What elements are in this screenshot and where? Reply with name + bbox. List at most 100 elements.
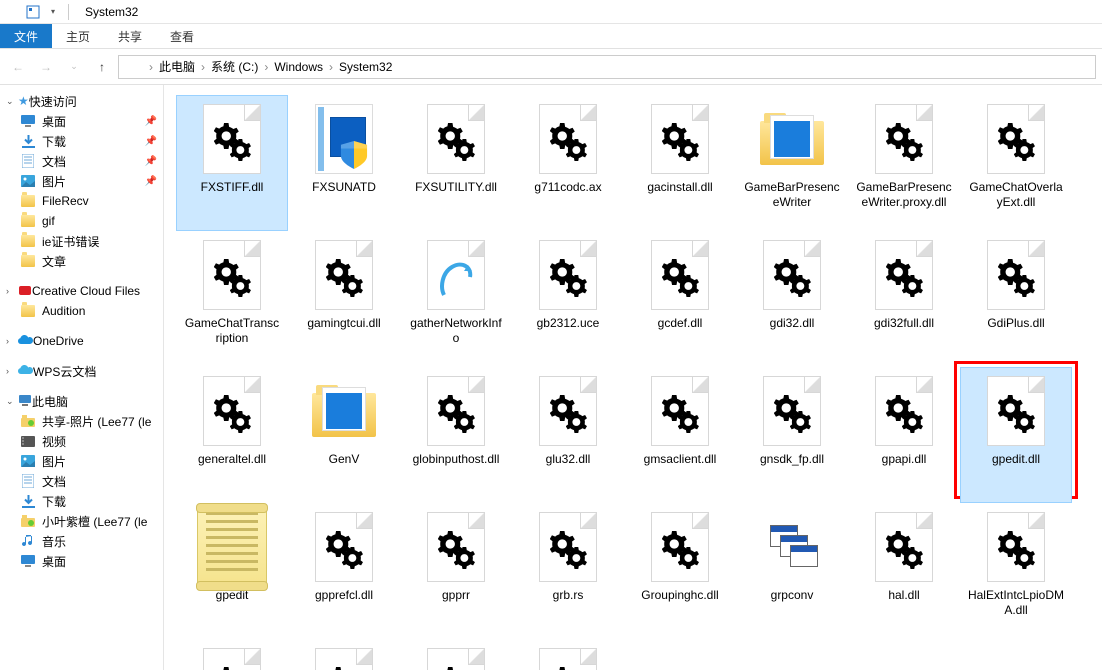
file-icon [752, 508, 832, 586]
file-label: g711codc.ax [517, 178, 619, 197]
sidebar-onedrive[interactable]: ›OneDrive [0, 331, 163, 351]
file-item[interactable]: Groupinghc.dll [624, 503, 736, 639]
file-item[interactable]: FXSUNATD [288, 95, 400, 231]
sidebar-label: 共享-照片 (Lee77 (le [42, 413, 151, 430]
file-item[interactable]: HarmanAudioInterface.dll [288, 639, 400, 670]
tab-home[interactable]: 主页 [52, 24, 104, 48]
file-item[interactable]: gamingtcui.dll [288, 231, 400, 367]
file-icon [976, 372, 1056, 450]
file-item[interactable]: grpconv [736, 503, 848, 639]
file-icon [976, 508, 1056, 586]
file-item[interactable]: gacinstall.dll [624, 95, 736, 231]
file-item[interactable]: gb2312.uce [512, 231, 624, 367]
sidebar-quick-access[interactable]: ⌄ ★ 快速访问 [0, 91, 163, 111]
chevron-right-icon[interactable]: › [149, 60, 153, 74]
file-item[interactable]: gatherNetworkInfo [400, 231, 512, 367]
tab-view[interactable]: 查看 [156, 24, 208, 48]
sidebar-item[interactable]: FileRecv [0, 191, 163, 211]
sidebar-item[interactable]: 小叶紫檀 (Lee77 (le [0, 511, 163, 531]
back-button[interactable]: ← [6, 55, 30, 79]
file-label: GameChatTranscription [181, 314, 283, 348]
file-item[interactable]: GameChatTranscription [176, 231, 288, 367]
sidebar-item[interactable]: 下载📌 [0, 131, 163, 151]
up-button[interactable]: ↑ [90, 55, 114, 79]
file-item[interactable]: HalExtIntcLpioDMA.dll [960, 503, 1072, 639]
file-item[interactable]: HalExtPL080.dll [176, 639, 288, 670]
properties-icon[interactable] [24, 3, 42, 21]
tab-share[interactable]: 共享 [104, 24, 156, 48]
file-item[interactable]: globinputhost.dll [400, 367, 512, 503]
file-label: generaltel.dll [181, 450, 283, 469]
sidebar: ⌄ ★ 快速访问 桌面📌下载📌文档📌图片📌FileRecvgifie证书错误文章… [0, 85, 164, 670]
file-icon [752, 100, 832, 178]
file-item[interactable]: gmsaclient.dll [624, 367, 736, 503]
sidebar-item[interactable]: 音乐 [0, 531, 163, 551]
sidebar-wps[interactable]: ›WPS云文档 [0, 361, 163, 381]
sidebar-item[interactable]: 文档📌 [0, 151, 163, 171]
file-item[interactable]: GameBarPresenceWriter.proxy.dll [848, 95, 960, 231]
file-item[interactable]: gdi32full.dll [848, 231, 960, 367]
file-item[interactable]: gpedit.dll [960, 367, 1072, 503]
sidebar-item-audition[interactable]: Audition [0, 301, 163, 321]
file-item[interactable]: glu32.dll [512, 367, 624, 503]
file-item[interactable]: FXSTIFF.dll [176, 95, 288, 231]
sidebar-item[interactable]: 图片📌 [0, 171, 163, 191]
window-title: System32 [77, 5, 138, 19]
recent-dropdown[interactable]: ⌄ [62, 55, 86, 79]
crumb-system32[interactable]: System32 [337, 60, 394, 74]
file-item[interactable]: gpapi.dll [848, 367, 960, 503]
item-icon [20, 473, 36, 489]
file-item[interactable]: GameBarPresenceWriter [736, 95, 848, 231]
sidebar-item[interactable]: ie证书错误 [0, 231, 163, 251]
chevron-right-icon[interactable]: › [264, 60, 268, 74]
file-item[interactable]: gdi32.dll [736, 231, 848, 367]
file-item[interactable]: FXSUTILITY.dll [400, 95, 512, 231]
file-item[interactable]: hascsp.dll [400, 639, 512, 670]
file-item[interactable]: gcdef.dll [624, 231, 736, 367]
sidebar-item[interactable]: 图片 [0, 451, 163, 471]
file-item[interactable]: GameChatOverlayExt.dll [960, 95, 1072, 231]
file-tab[interactable]: 文件 [0, 24, 52, 48]
sidebar-item[interactable]: 桌面📌 [0, 111, 163, 131]
item-icon [20, 153, 36, 169]
forward-button[interactable]: → [34, 55, 58, 79]
file-icon [864, 372, 944, 450]
crumb-c[interactable]: 系统 (C:) [209, 58, 260, 75]
crumb-windows[interactable]: Windows [272, 60, 325, 74]
file-grid[interactable]: FXSTIFF.dllFXSUNATDFXSUTILITY.dll g711cod… [164, 85, 1102, 670]
item-icon [20, 413, 36, 429]
file-item[interactable]: g711codc.ax [512, 95, 624, 231]
sidebar-item[interactable]: 桌面 [0, 551, 163, 571]
file-label: gnsdk_fp.dll [741, 450, 843, 469]
sidebar-item[interactable]: gif [0, 211, 163, 231]
file-item[interactable]: gpedit [176, 503, 288, 639]
sidebar-cc[interactable]: ›Creative Cloud Files [0, 281, 163, 301]
sidebar-item[interactable]: 文章 [0, 251, 163, 271]
sidebar-item[interactable]: 共享-照片 (Lee77 (le [0, 411, 163, 431]
file-item[interactable]: generaltel.dll [176, 367, 288, 503]
sidebar-item[interactable]: 下载 [0, 491, 163, 511]
file-icon [640, 236, 720, 314]
file-item[interactable]: Havok.P [512, 639, 624, 670]
file-icon [864, 100, 944, 178]
file-item[interactable]: hal.dll [848, 503, 960, 639]
file-item[interactable]: GdiPlus.dll [960, 231, 1072, 367]
sidebar-this-pc[interactable]: ⌄此电脑 [0, 391, 163, 411]
qat-dropdown-icon[interactable]: ▾ [44, 3, 62, 21]
file-item[interactable]: gnsdk_fp.dll [736, 367, 848, 503]
file-item[interactable]: gpprr [400, 503, 512, 639]
ribbon: 文件 主页 共享 查看 [0, 24, 1102, 49]
sidebar-item[interactable]: 文档 [0, 471, 163, 491]
chevron-right-icon[interactable]: › [329, 60, 333, 74]
file-icon [304, 508, 384, 586]
file-item[interactable]: grb.rs [512, 503, 624, 639]
sidebar-item[interactable]: 视频 [0, 431, 163, 451]
file-item[interactable]: GenV [288, 367, 400, 503]
address-bar[interactable]: › 此电脑 › 系统 (C:) › Windows › System32 [118, 55, 1096, 79]
file-item[interactable]: gpprefcl.dll [288, 503, 400, 639]
sidebar-label: 图片 [42, 173, 66, 190]
item-icon [20, 453, 36, 469]
chevron-right-icon[interactable]: › [201, 60, 205, 74]
sidebar-label: OneDrive [33, 334, 84, 348]
crumb-pc[interactable]: 此电脑 [157, 58, 197, 75]
